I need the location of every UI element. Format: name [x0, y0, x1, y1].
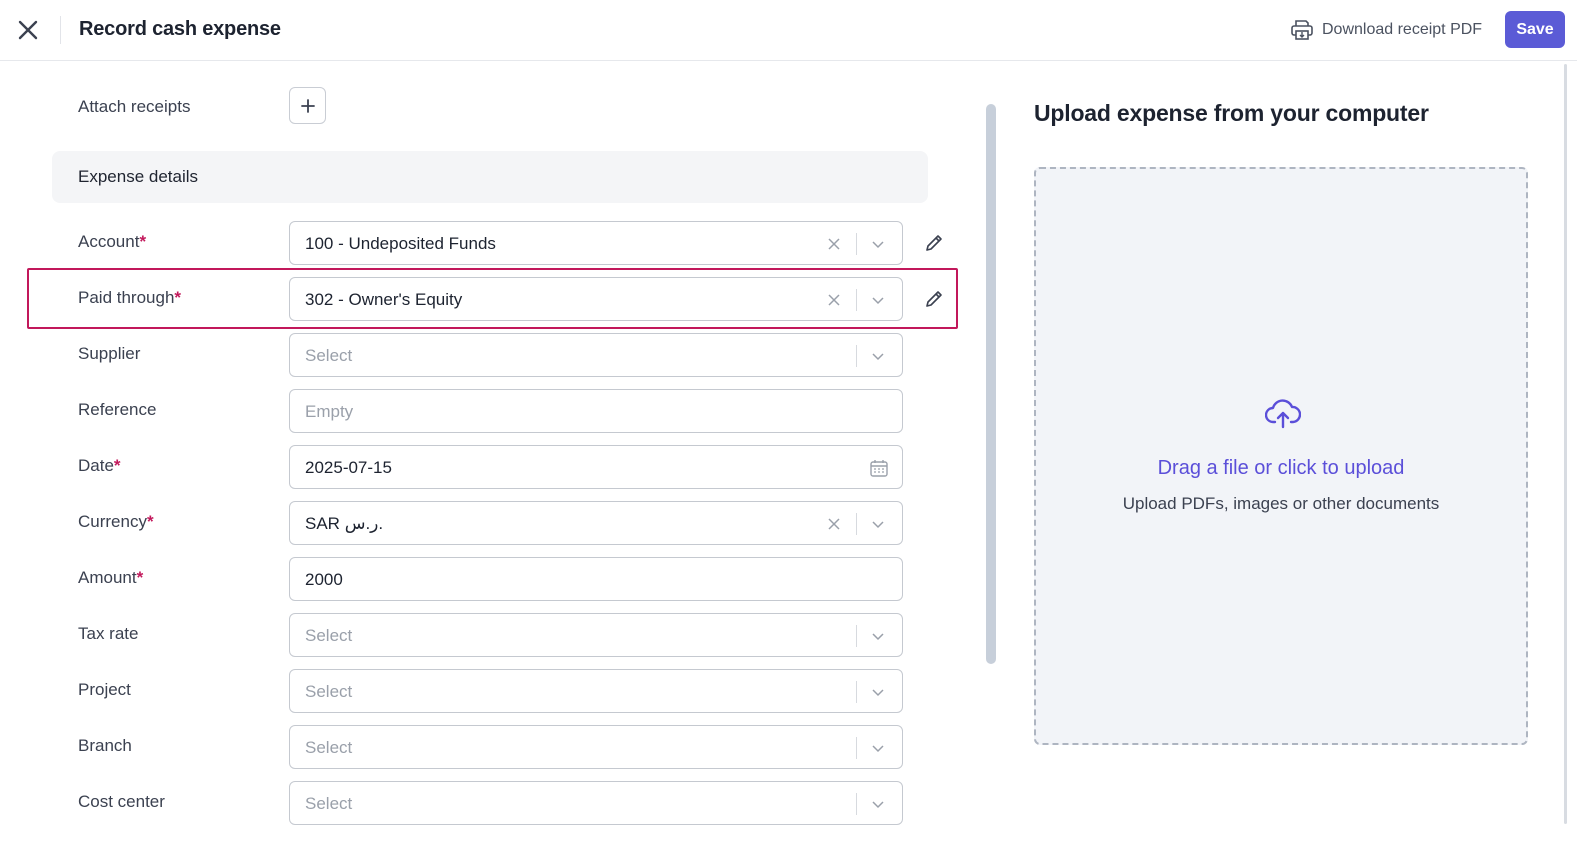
- clear-icon[interactable]: [824, 234, 844, 254]
- amount-value: 2000: [305, 570, 343, 589]
- reference-placeholder: Empty: [305, 402, 354, 421]
- tax-rate-select[interactable]: Select: [289, 613, 903, 657]
- save-button[interactable]: Save: [1505, 11, 1565, 48]
- edit-account-button[interactable]: [922, 231, 946, 255]
- branch-select[interactable]: Select: [289, 725, 903, 769]
- account-select[interactable]: 100 - Undeposited Funds: [289, 221, 903, 265]
- required-marker: *: [136, 568, 144, 587]
- date-input[interactable]: 2025-07-15: [289, 445, 903, 489]
- page-scrollbar[interactable]: [1564, 64, 1567, 824]
- currency-label: Currency*: [78, 512, 154, 531]
- account-label: Account*: [78, 232, 147, 251]
- supplier-label: Supplier: [78, 344, 141, 363]
- attach-receipt-button[interactable]: [289, 87, 326, 124]
- select-separator: [856, 345, 857, 367]
- edit-paid-through-button[interactable]: [922, 287, 946, 311]
- cloud-upload-icon: [1265, 399, 1301, 429]
- tax-rate-placeholder: Select: [305, 626, 353, 645]
- required-marker: *: [113, 456, 121, 475]
- clear-icon[interactable]: [824, 514, 844, 534]
- select-separator: [856, 289, 857, 311]
- chevron-down-icon[interactable]: [868, 738, 888, 758]
- chevron-down-icon[interactable]: [868, 682, 888, 702]
- chevron-down-icon[interactable]: [868, 234, 888, 254]
- header-bar: Record cash expense Download receipt PDF…: [0, 0, 1577, 61]
- close-icon: [18, 20, 38, 40]
- page-title: Record cash expense: [79, 18, 281, 40]
- upload-dropzone[interactable]: Drag a file or click to upload Upload PD…: [1034, 167, 1528, 745]
- supplier-placeholder: Select: [305, 346, 353, 365]
- required-marker: *: [174, 288, 182, 307]
- pencil-icon: [926, 235, 942, 251]
- paid-through-value: 302 - Owner's Equity: [305, 290, 463, 309]
- supplier-select[interactable]: Select: [289, 333, 903, 377]
- download-receipt-label: Download receipt PDF: [1322, 21, 1483, 38]
- expense-details-section: Expense details: [52, 151, 928, 203]
- reference-label: Reference: [78, 400, 157, 419]
- clear-icon[interactable]: [824, 290, 844, 310]
- download-receipt-pdf-button[interactable]: Download receipt PDF: [1290, 14, 1482, 46]
- chevron-down-icon[interactable]: [868, 346, 888, 366]
- chevron-down-icon[interactable]: [868, 794, 888, 814]
- amount-input[interactable]: 2000: [289, 557, 903, 601]
- project-label: Project: [78, 680, 131, 699]
- select-separator: [856, 681, 857, 703]
- upload-hint: Upload PDFs, images or other documents: [1122, 494, 1440, 513]
- project-placeholder: Select: [305, 682, 353, 701]
- date-value: 2025-07-15: [305, 458, 392, 477]
- amount-label: Amount*: [78, 568, 144, 587]
- required-marker: *: [139, 232, 147, 251]
- project-select[interactable]: Select: [289, 669, 903, 713]
- attach-receipts-label: Attach receipts: [78, 97, 191, 116]
- date-label: Date*: [78, 456, 121, 475]
- select-separator: [856, 513, 857, 535]
- calendar-icon[interactable]: [868, 457, 890, 479]
- paid-through-label: Paid through*: [78, 288, 182, 307]
- cost-center-select[interactable]: Select: [289, 781, 903, 825]
- cost-center-label: Cost center: [78, 792, 165, 811]
- form-scrollbar[interactable]: [986, 104, 996, 664]
- account-value: 100 - Undeposited Funds: [305, 234, 496, 253]
- required-marker: *: [146, 512, 154, 531]
- tax-rate-label: Tax rate: [78, 624, 139, 643]
- header-divider: [60, 16, 61, 44]
- chevron-down-icon[interactable]: [868, 514, 888, 534]
- pencil-icon: [926, 291, 942, 307]
- select-separator: [856, 737, 857, 759]
- section-title: Expense details: [78, 167, 199, 186]
- cost-center-placeholder: Select: [305, 794, 353, 813]
- select-separator: [856, 793, 857, 815]
- chevron-down-icon[interactable]: [868, 626, 888, 646]
- currency-select[interactable]: SAR ر.س.: [289, 501, 903, 545]
- printer-icon: [1291, 20, 1313, 40]
- currency-value: SAR ر.س.: [305, 514, 384, 533]
- branch-placeholder: Select: [305, 738, 353, 757]
- upload-link[interactable]: Drag a file or click to upload: [1036, 457, 1526, 480]
- chevron-down-icon[interactable]: [868, 290, 888, 310]
- select-separator: [856, 625, 857, 647]
- close-button[interactable]: [14, 16, 42, 44]
- select-separator: [856, 233, 857, 255]
- paid-through-select[interactable]: 302 - Owner's Equity: [289, 277, 903, 321]
- upload-title: Upload expense from your computer: [1034, 100, 1429, 126]
- plus-icon: [300, 98, 315, 113]
- reference-input[interactable]: Empty: [289, 389, 903, 433]
- branch-label: Branch: [78, 736, 132, 755]
